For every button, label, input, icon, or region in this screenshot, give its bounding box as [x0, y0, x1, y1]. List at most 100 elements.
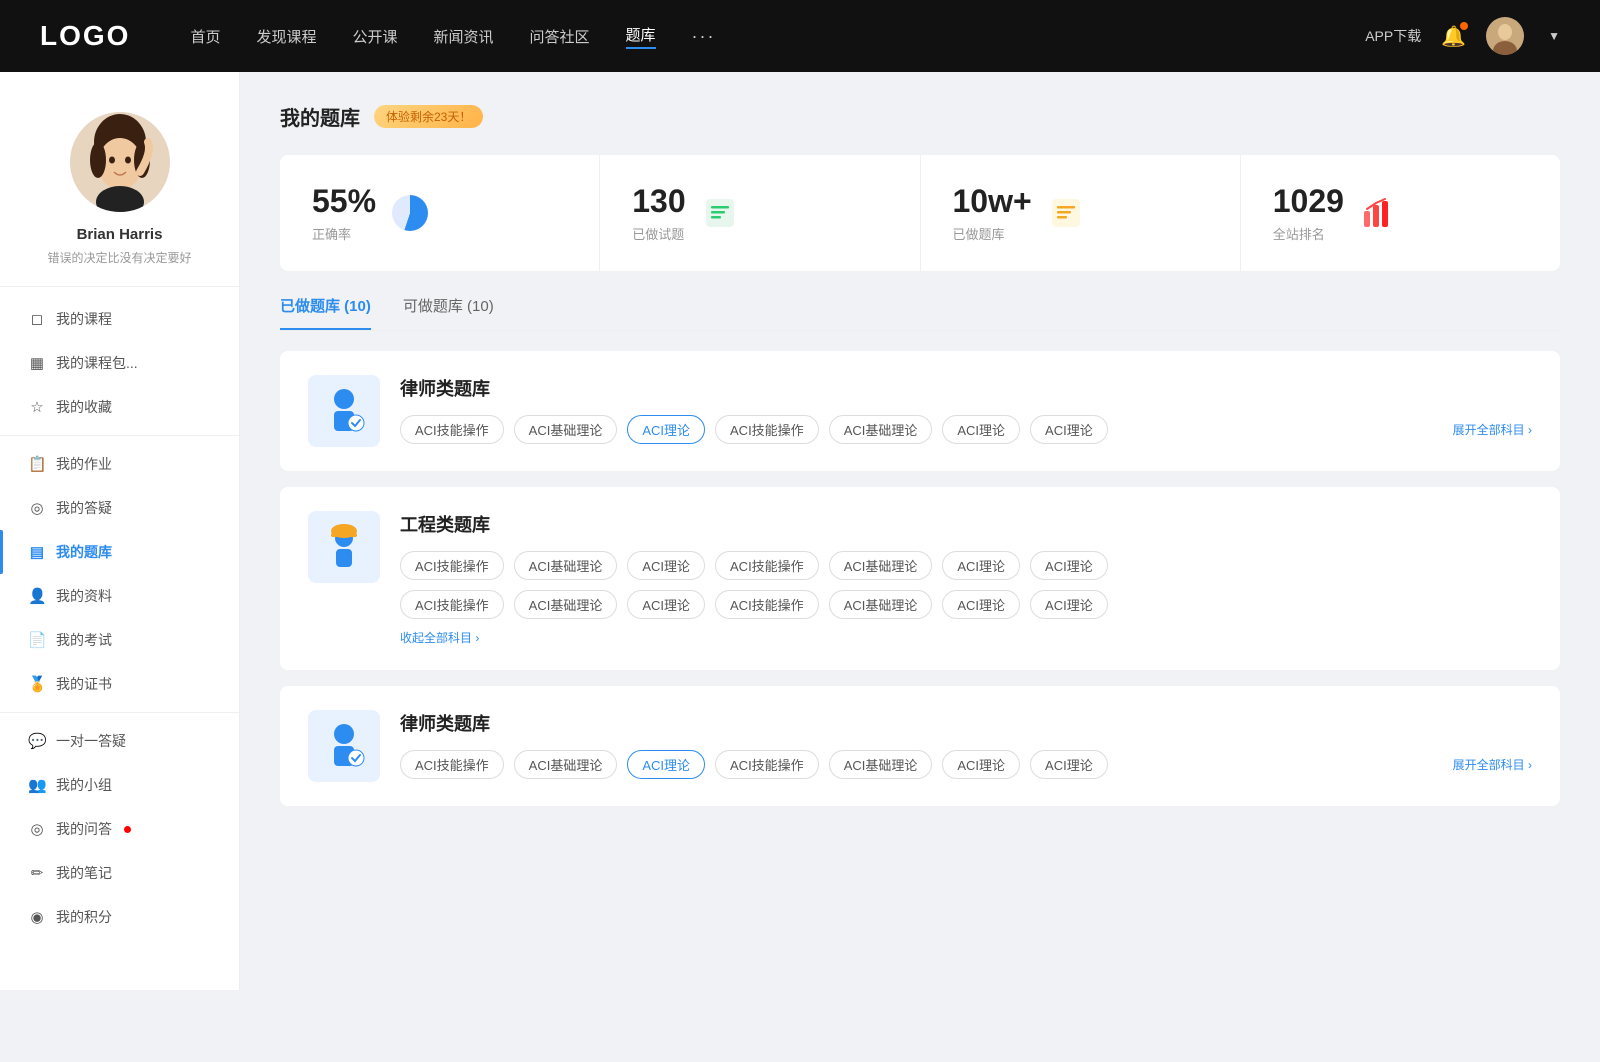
qbank-tag[interactable]: ACI基础理论: [829, 551, 933, 580]
qbank-tag[interactable]: ACI理论: [1030, 551, 1108, 580]
profile-motto: 错误的决定比没有决定要好: [47, 249, 191, 266]
qbank-tag-active[interactable]: ACI理论: [627, 415, 705, 444]
stat-done-banks: 10w+ 已做题库: [921, 155, 1241, 271]
tab-done-banks[interactable]: 已做题库 (10): [280, 295, 371, 330]
ranking-value: 1029: [1273, 183, 1344, 220]
done-banks-value: 10w+: [953, 183, 1032, 220]
nav-home[interactable]: 首页: [190, 26, 220, 47]
sidebar-item-my-bank[interactable]: ▤ 我的题库: [0, 530, 239, 574]
sidebar-item-course[interactable]: ◻ 我的课程: [0, 297, 239, 341]
nav-opencourse[interactable]: 公开课: [352, 26, 397, 47]
collapse-btn-engineer[interactable]: 收起全部科目 ›: [400, 629, 1532, 646]
sidebar-item-notes[interactable]: ✏ 我的笔记: [0, 851, 239, 895]
profile-data-icon: 👤: [28, 587, 46, 605]
stat-accuracy: 55% 正确率: [280, 155, 600, 271]
sidebar-label-homework: 我的作业: [56, 454, 112, 474]
sidebar: Brian Harris 错误的决定比没有决定要好 ◻ 我的课程 ▦ 我的课程包…: [0, 72, 240, 990]
favorites-icon: ☆: [28, 398, 46, 416]
notification-bell[interactable]: 🔔: [1441, 24, 1466, 49]
qbank-tag[interactable]: ACI理论: [942, 750, 1020, 779]
sidebar-label-my-questions: 我的问答: [56, 819, 112, 839]
qbank-engineer-footer: 收起全部科目 ›: [400, 629, 1532, 646]
user-dropdown-arrow[interactable]: ▼: [1548, 29, 1560, 43]
nav-right: APP下载 🔔 ▼: [1365, 17, 1560, 55]
qbank-tag[interactable]: ACI基础理论: [514, 415, 618, 444]
qbank-tag[interactable]: ACI技能操作: [400, 415, 504, 444]
stat-done-banks-value-group: 10w+ 已做题库: [953, 183, 1032, 243]
qbank-tag[interactable]: ACI技能操作: [400, 590, 504, 619]
sidebar-item-favorites[interactable]: ☆ 我的收藏: [0, 385, 239, 429]
qbank-tag[interactable]: ACI技能操作: [715, 590, 819, 619]
sidebar-item-certificate[interactable]: 🏅 我的证书: [0, 662, 239, 706]
qbank-tag[interactable]: ACI理论: [1030, 590, 1108, 619]
qbank-tag[interactable]: ACI技能操作: [400, 750, 504, 779]
sidebar-label-certificate: 我的证书: [56, 674, 112, 694]
stat-ranking-value-group: 1029 全站排名: [1273, 183, 1344, 243]
sidebar-divider-2: [0, 712, 239, 713]
qbank-card-engineer-header: 工程类题库 ACI技能操作 ACI基础理论 ACI理论 ACI技能操作 ACI基…: [308, 511, 1532, 646]
qbank-lawyer-1-name: 律师类题库: [400, 375, 1532, 401]
qbank-tag[interactable]: ACI理论: [1030, 750, 1108, 779]
done-banks-label: 已做题库: [953, 224, 1032, 243]
qbank-lawyer-2-info: 律师类题库 ACI技能操作 ACI基础理论 ACI理论 ACI技能操作 ACI基…: [400, 710, 1532, 779]
qbank-tag[interactable]: ACI基础理论: [514, 551, 618, 580]
qbank-tag[interactable]: ACI技能操作: [715, 551, 819, 580]
done-questions-value: 130: [632, 183, 685, 220]
sidebar-menu: ◻ 我的课程 ▦ 我的课程包... ☆ 我的收藏 📋 我的作业 ◎ 我的答疑 ▤: [0, 287, 239, 949]
expand-btn-lawyer-1[interactable]: 展开全部科目 ›: [1453, 421, 1532, 438]
qbank-tag[interactable]: ACI基础理论: [829, 415, 933, 444]
logo[interactable]: LOGO: [40, 20, 130, 52]
nav-question-bank[interactable]: 题库: [626, 24, 656, 49]
qbank-tag[interactable]: ACI理论: [627, 590, 705, 619]
ranking-icon: [1358, 193, 1398, 233]
qbank-lawyer-2-tags: ACI技能操作 ACI基础理论 ACI理论 ACI技能操作 ACI基础理论 AC…: [400, 750, 1108, 779]
qbank-tag[interactable]: ACI基础理论: [514, 590, 618, 619]
tab-available-banks[interactable]: 可做题库 (10): [403, 295, 494, 330]
sidebar-item-one-on-one[interactable]: 💬 一对一答疑: [0, 719, 239, 763]
profile-name: Brian Harris: [77, 226, 163, 243]
app-download-button[interactable]: APP下载: [1365, 26, 1421, 46]
sidebar-label-group: 我的小组: [56, 775, 112, 795]
qbank-tag-active[interactable]: ACI理论: [627, 750, 705, 779]
sidebar-item-profile-data[interactable]: 👤 我的资料: [0, 574, 239, 618]
group-icon: 👥: [28, 776, 46, 794]
page-title: 我的题库: [280, 102, 360, 131]
my-questions-icon: ◎: [28, 820, 46, 838]
sidebar-label-course: 我的课程: [56, 309, 112, 329]
nav-news[interactable]: 新闻资讯: [434, 26, 494, 47]
qbank-tag[interactable]: ACI理论: [1030, 415, 1108, 444]
qbank-card-lawyer-2-header: 律师类题库 ACI技能操作 ACI基础理论 ACI理论 ACI技能操作 ACI基…: [308, 710, 1532, 782]
nav-qa[interactable]: 问答社区: [530, 26, 590, 47]
sidebar-item-homework[interactable]: 📋 我的作业: [0, 442, 239, 486]
qbank-tag[interactable]: ACI理论: [942, 590, 1020, 619]
sidebar-item-qa-mine[interactable]: ◎ 我的答疑: [0, 486, 239, 530]
sidebar-item-group[interactable]: 👥 我的小组: [0, 763, 239, 807]
nav-more[interactable]: ···: [692, 26, 716, 47]
nav-discover[interactable]: 发现课程: [256, 26, 316, 47]
course-pkg-icon: ▦: [28, 354, 46, 372]
qbank-tag[interactable]: ACI基础理论: [829, 590, 933, 619]
qbank-tag[interactable]: ACI基础理论: [829, 750, 933, 779]
sidebar-item-course-pkg[interactable]: ▦ 我的课程包...: [0, 341, 239, 385]
ranking-label: 全站排名: [1273, 224, 1344, 243]
sidebar-item-exam[interactable]: 📄 我的考试: [0, 618, 239, 662]
qbank-tag[interactable]: ACI技能操作: [715, 415, 819, 444]
accuracy-label: 正确率: [312, 224, 376, 243]
course-icon: ◻: [28, 310, 46, 328]
sidebar-item-points[interactable]: ◉ 我的积分: [0, 895, 239, 939]
qbank-card-engineer: 工程类题库 ACI技能操作 ACI基础理论 ACI理论 ACI技能操作 ACI基…: [280, 487, 1560, 670]
sidebar-label-favorites: 我的收藏: [56, 397, 112, 417]
qbank-card-lawyer-2: 律师类题库 ACI技能操作 ACI基础理论 ACI理论 ACI技能操作 ACI基…: [280, 686, 1560, 806]
qbank-tag[interactable]: ACI理论: [627, 551, 705, 580]
user-avatar[interactable]: [1486, 17, 1524, 55]
qbank-tag[interactable]: ACI技能操作: [715, 750, 819, 779]
qbank-tag[interactable]: ACI基础理论: [514, 750, 618, 779]
accuracy-value: 55%: [312, 183, 376, 220]
sidebar-item-my-questions[interactable]: ◎ 我的问答: [0, 807, 239, 851]
expand-btn-lawyer-2[interactable]: 展开全部科目 ›: [1453, 756, 1532, 773]
qbank-tag[interactable]: ACI理论: [942, 415, 1020, 444]
qbank-tag[interactable]: ACI理论: [942, 551, 1020, 580]
qbank-tag[interactable]: ACI技能操作: [400, 551, 504, 580]
sidebar-label-points: 我的积分: [56, 907, 112, 927]
sidebar-label-notes: 我的笔记: [56, 863, 112, 883]
